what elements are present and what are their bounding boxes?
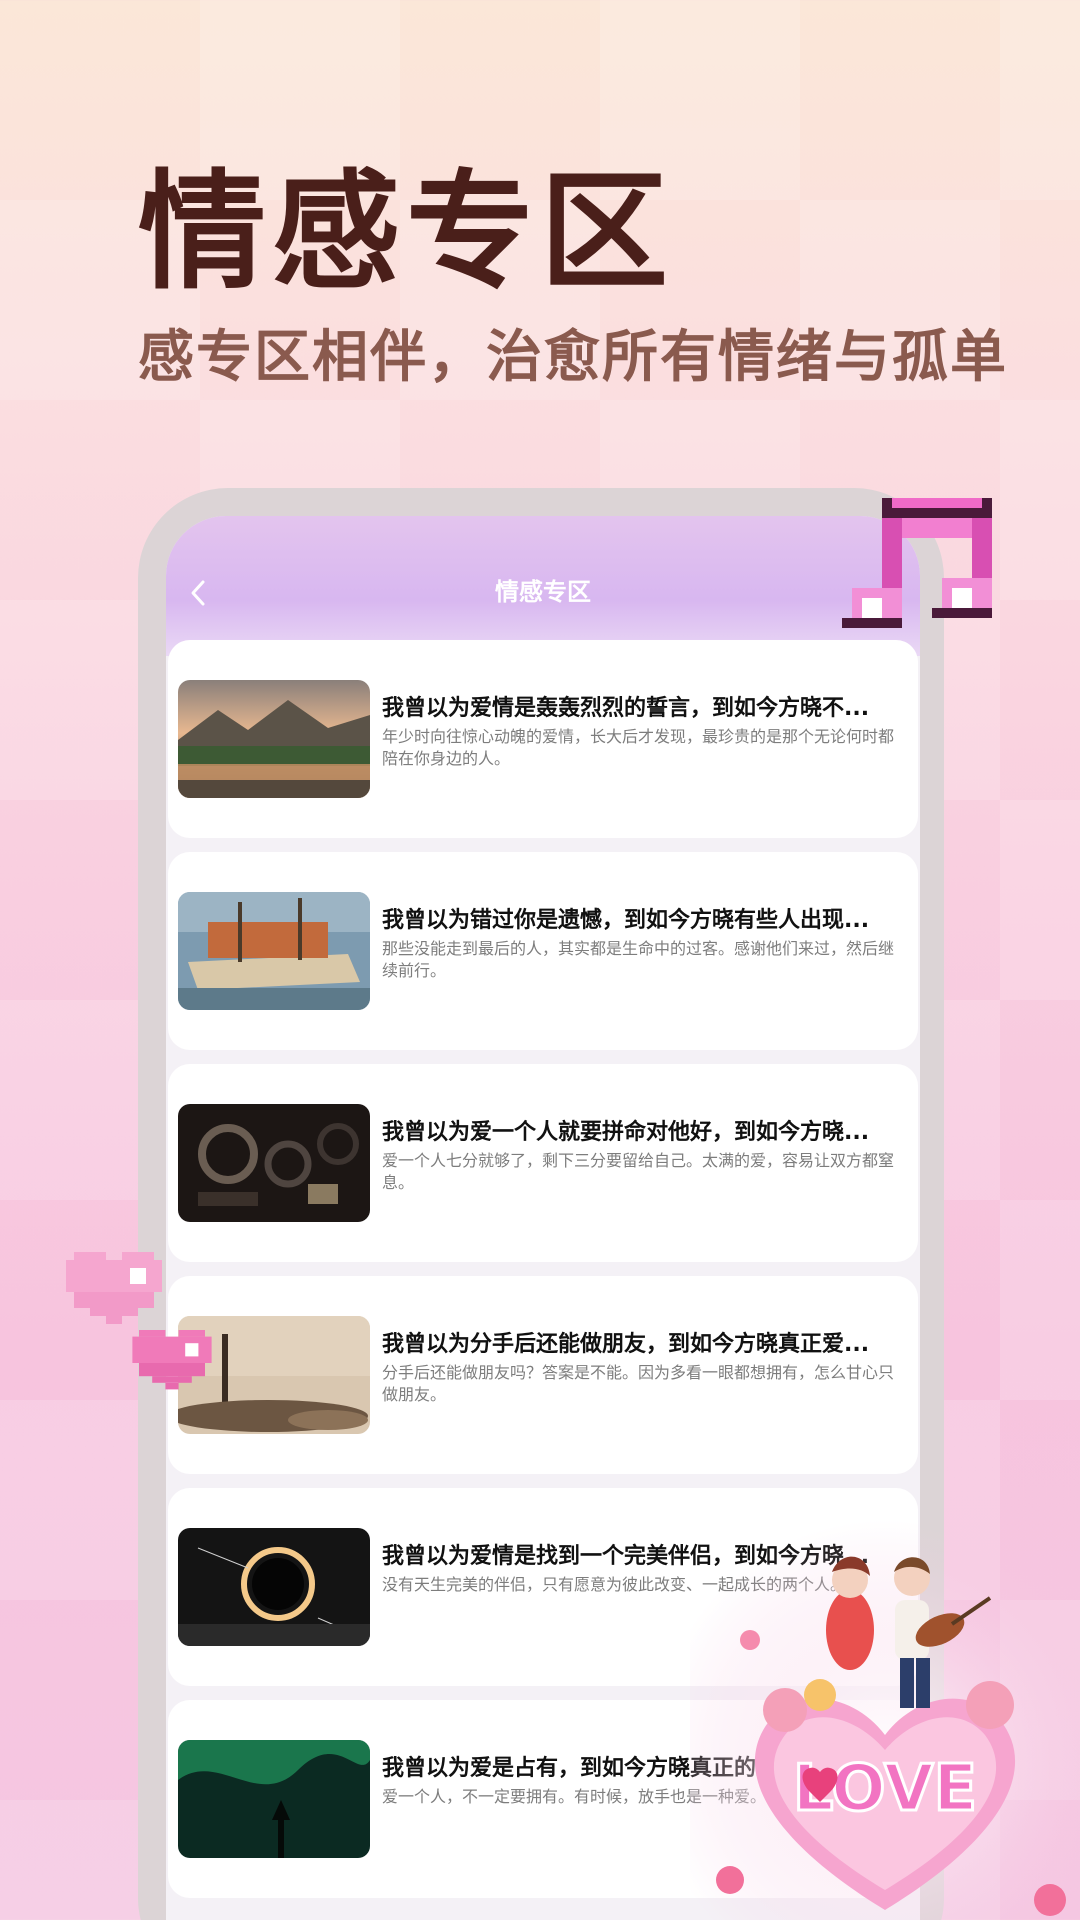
article-title: 我曾以为分手后还能做朋友，到如今方晓真正爱... bbox=[382, 1332, 870, 1357]
nav-bar: 情感专区 bbox=[166, 516, 920, 656]
love-illustration: LOVE bbox=[690, 1520, 1080, 1920]
article-card[interactable]: 我曾以为爱情是轰轰烈烈的誓言，到如今方晓不... 年少时向往惊心动魄的爱情，长大… bbox=[168, 640, 918, 838]
page-subheadline: 感专区相伴，治愈所有情绪与孤单 bbox=[138, 325, 1008, 390]
article-card[interactable]: 我曾以为分手后还能做朋友，到如今方晓真正爱... 分手后还能做朋友吗？答案是不能… bbox=[168, 1276, 918, 1474]
article-thumbnail bbox=[178, 680, 370, 798]
article-description: 爱一个人七分就够了，剩下三分要留给自己。太满的爱，容易让双方都窒息。 bbox=[382, 1151, 895, 1192]
article-thumbnail bbox=[178, 1528, 370, 1646]
article-card[interactable]: 我曾以为爱一个人就要拼命对他好，到如今方晓... 爱一个人七分就够了，剩下三分要… bbox=[168, 1064, 918, 1262]
article-thumbnail bbox=[178, 1740, 370, 1858]
article-title: 我曾以为错过你是遗憾，到如今方晓有些人出现... bbox=[382, 908, 870, 933]
heart-icon bbox=[66, 1252, 162, 1324]
page-headline: 情感专区 bbox=[138, 158, 675, 307]
article-description: 那些没能走到最后的人，其实都是生命中的过客。感谢他们来过，然后继续前行。 bbox=[382, 939, 895, 980]
article-thumbnail bbox=[178, 892, 370, 1010]
music-note-icon bbox=[842, 498, 992, 628]
article-card[interactable]: 我曾以为错过你是遗憾，到如今方晓有些人出现... 那些没能走到最后的人，其实都是… bbox=[168, 852, 918, 1050]
nav-title: 情感专区 bbox=[495, 578, 591, 606]
article-title: 我曾以为爱情是轰轰烈烈的誓言，到如今方晓不... bbox=[382, 696, 870, 721]
heart-icon bbox=[132, 1330, 212, 1390]
article-title: 我曾以为爱一个人就要拼命对他好，到如今方晓... bbox=[382, 1120, 870, 1145]
article-description: 分手后还能做朋友吗？答案是不能。因为多看一眼都想拥有，怎么甘心只做朋友。 bbox=[382, 1363, 895, 1404]
article-thumbnail bbox=[178, 1104, 370, 1222]
article-description: 年少时向往惊心动魄的爱情，长大后才发现，最珍贵的是那个无论何时都陪在你身边的人。 bbox=[382, 727, 895, 768]
